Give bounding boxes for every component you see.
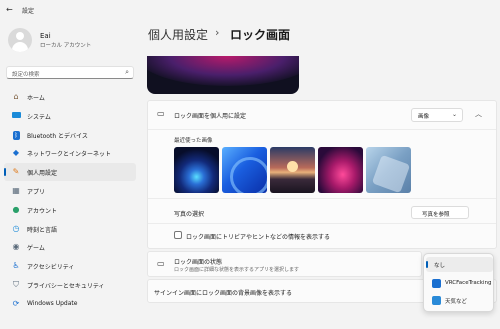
lock-screen-display-icon: ▭: [157, 109, 165, 118]
preview-wallpaper: [147, 56, 299, 86]
sidebar-item-label: 個人用設定: [27, 170, 58, 178]
sidebar-item-accessibility[interactable]: ♿ アクセシビリティ: [4, 257, 136, 275]
image-highlight: [371, 154, 411, 193]
search-input[interactable]: 設定の検索: [12, 70, 40, 78]
recent-images: [174, 147, 411, 193]
clock-globe-icon: ◷: [12, 223, 20, 233]
breadcrumb-parent[interactable]: 個人用設定: [148, 26, 208, 43]
browse-photos-button[interactable]: 写真を参照: [411, 206, 469, 219]
divider: [148, 198, 496, 199]
sidebar-item-label: アカウント: [27, 207, 58, 215]
network-icon: ◆: [12, 148, 20, 158]
recent-image-4[interactable]: [318, 147, 363, 193]
home-icon: ⌂: [13, 92, 19, 101]
status-option-label: VRCFaceTracking: [445, 280, 492, 286]
title-bar: ← 設定: [0, 0, 500, 20]
recent-image-5[interactable]: [366, 147, 411, 193]
choose-photo-label: 写真の選択: [174, 211, 205, 218]
chevron-down-icon: ⌄: [451, 111, 457, 118]
fun-facts-checkbox[interactable]: [174, 231, 182, 239]
status-option-vrcfacetracking[interactable]: VRCFaceTracking: [426, 276, 493, 291]
page-title: ロック画面: [230, 28, 291, 42]
sidebar-item-network[interactable]: ◆ ネットワークとインターネット: [4, 144, 136, 162]
back-arrow-icon[interactable]: ←: [6, 5, 16, 15]
window-title: 設定: [22, 8, 35, 15]
sidebar-item-label: Bluetooth とデバイス: [27, 132, 88, 140]
sidebar-item-system[interactable]: システム: [4, 107, 136, 125]
sidebar-item-label: Windows Update: [27, 299, 78, 307]
personalize-dropdown[interactable]: 画像 ⌄: [411, 108, 463, 122]
sidebar-item-label: プライバシーとセキュリティ: [27, 282, 105, 290]
avatar-head: [16, 32, 24, 40]
user-account-type: ローカル アカウント: [40, 43, 92, 49]
weather-app-icon: [432, 296, 441, 305]
browse-photos-label: 写真を参照: [422, 212, 450, 218]
divider: [148, 129, 496, 130]
status-description: ロック画面に詳細な状態を表示するアプリを選択します: [174, 267, 300, 273]
avatar[interactable]: [8, 28, 32, 52]
sidebar-item-label: ネットワークとインターネット: [27, 151, 112, 159]
divider: [148, 223, 496, 224]
status-panel-icon: ▭: [157, 259, 165, 268]
sidebar-item-windows-update[interactable]: ⟳ Windows Update: [4, 295, 136, 313]
sidebar-item-privacy[interactable]: ⛉ プライバシーとセキュリティ: [4, 276, 136, 294]
user-name: Eai: [40, 32, 51, 40]
system-icon: [11, 111, 21, 121]
sidebar-nav: ⌂ ホーム システム ᛒ Bluetooth とデバイス ◆ ネットワークとイン…: [4, 88, 136, 314]
sidebar-item-bluetooth[interactable]: ᛒ Bluetooth とデバイス: [4, 126, 136, 144]
sidebar: Eai ローカル アカウント 設定の検索 ⌕ ⌂ ホーム システム ᛒ Blue…: [0, 20, 142, 329]
personalize-label: ロック画面を個人用に設定: [174, 113, 247, 120]
update-icon: ⟳: [12, 298, 20, 308]
vrcfacetracking-app-icon: [432, 279, 441, 288]
breadcrumb-separator: ›: [215, 26, 220, 39]
lock-screen-status-card: ▭ ロック画面の状態 ロック画面に詳細な状態を表示するアプリを選択します: [147, 251, 422, 277]
accessibility-icon: ♿: [12, 261, 20, 271]
status-option-label: なし: [434, 263, 446, 269]
apps-icon: ▦: [12, 185, 20, 195]
sidebar-item-time-language[interactable]: ◷ 時刻と言語: [4, 220, 136, 238]
sidebar-item-apps[interactable]: ▦ アプリ: [4, 182, 136, 200]
bluetooth-icon: ᛒ: [12, 130, 20, 140]
sidebar-item-label: アクセシビリティ: [27, 264, 75, 272]
sidebar-item-label: ホーム: [27, 95, 45, 102]
search-icon: ⌕: [125, 68, 129, 76]
sidebar-item-personalization[interactable]: ✎ 個人用設定: [4, 163, 136, 182]
status-option-none[interactable]: なし: [426, 257, 493, 272]
recent-image-2[interactable]: [222, 147, 267, 193]
search-box[interactable]: 設定の検索 ⌕: [6, 66, 134, 79]
signin-background-label: サインイン画面にロック画面の背景画像を表示する: [154, 290, 293, 297]
image-highlight: [230, 157, 267, 193]
chevron-up-icon[interactable]: ︿: [475, 109, 482, 119]
sidebar-item-gaming[interactable]: ◉ ゲーム: [4, 238, 136, 256]
lock-screen-card: ▭ ロック画面を個人用に設定 画像 ⌄ ︿ 最近使った画像 写真の選択 写真を参…: [147, 100, 497, 249]
lock-screen-preview: [147, 56, 299, 94]
sidebar-item-accounts[interactable]: ● アカウント: [4, 201, 136, 219]
fun-facts-label: ロック画面にトリビアやヒントなどの情報を表示する: [186, 234, 331, 241]
personalize-dropdown-value: 画像: [418, 114, 430, 120]
sidebar-item-label: ゲーム: [27, 245, 45, 253]
status-option-label: 天気など: [445, 299, 468, 305]
status-option-weather[interactable]: 天気など: [426, 293, 493, 308]
sidebar-item-home[interactable]: ⌂ ホーム: [4, 88, 136, 106]
sidebar-item-label: システム: [27, 113, 51, 121]
avatar-body: [12, 42, 28, 52]
sidebar-item-label: アプリ: [27, 188, 46, 196]
recent-image-3[interactable]: [270, 147, 315, 193]
brush-icon: ✎: [12, 167, 20, 177]
sidebar-item-label: 時刻と言語: [27, 226, 58, 234]
shield-icon: ⛉: [13, 279, 19, 289]
account-icon: ●: [12, 204, 20, 214]
status-label: ロック画面の状態: [174, 259, 223, 266]
status-app-dropdown: なし VRCFaceTracking 天気など: [423, 253, 494, 312]
image-highlight: [287, 161, 298, 172]
recent-images-label: 最近使った画像: [174, 138, 213, 144]
recent-image-1[interactable]: [174, 147, 219, 193]
game-controller-icon: ◉: [12, 242, 20, 252]
